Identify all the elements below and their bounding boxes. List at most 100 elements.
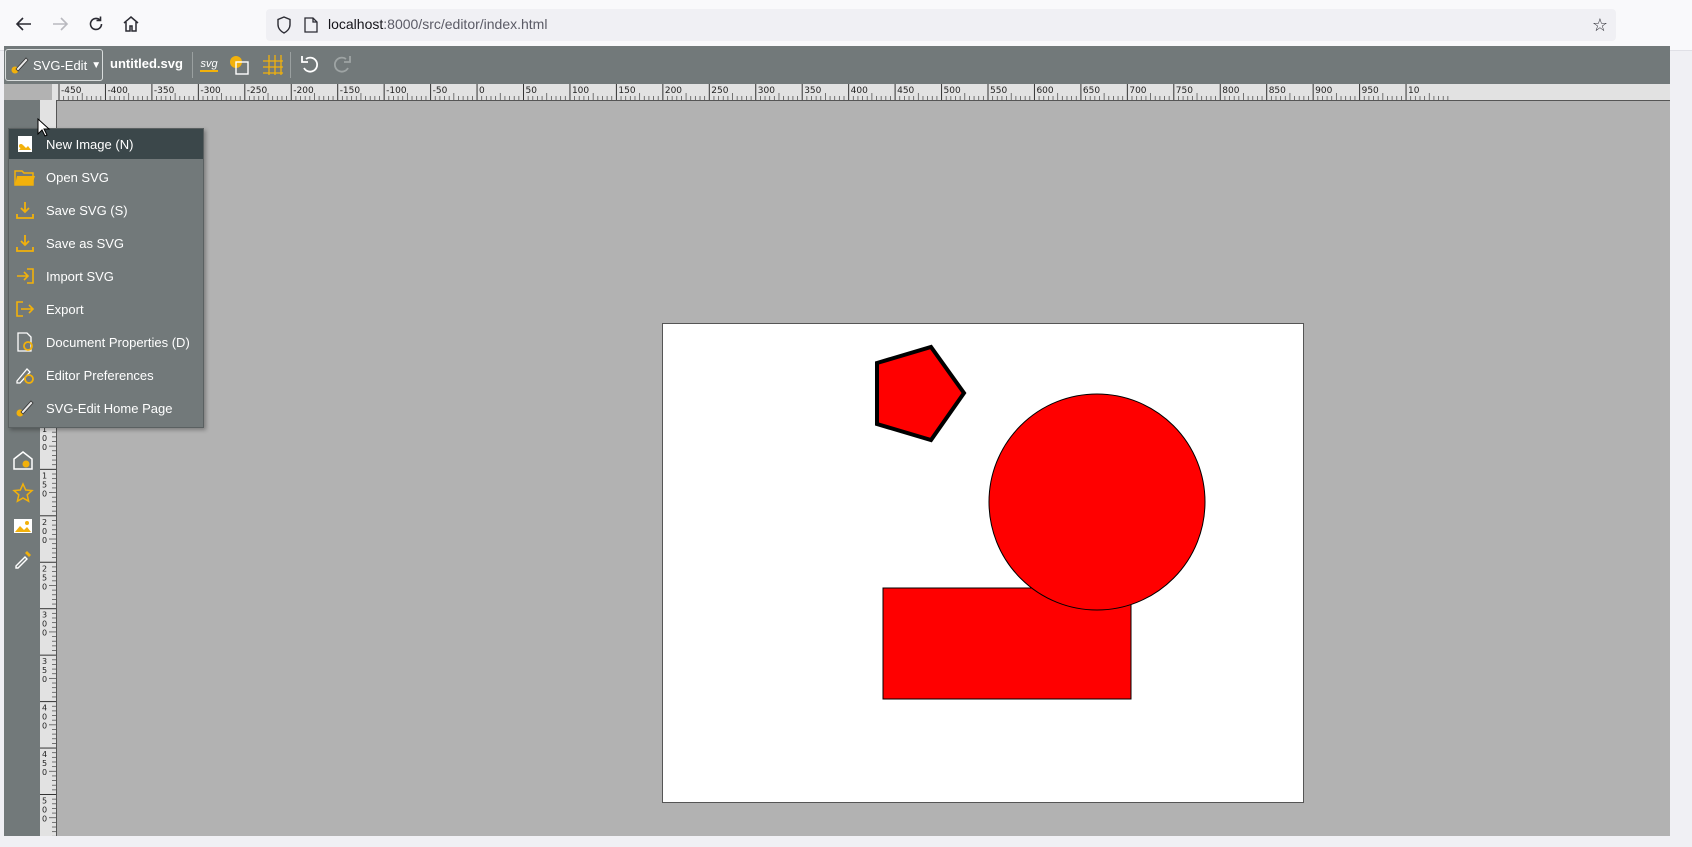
menu-item-svgedit-home[interactable]: SVG-Edit Home Page: [9, 393, 203, 423]
ruler-label: 200: [665, 86, 682, 96]
ruler-label: -50: [433, 86, 448, 96]
toolbar-divider: [290, 52, 291, 78]
ruler-label: 250: [711, 86, 728, 96]
ruler-label: -350: [154, 86, 175, 96]
document-properties-icon: [14, 331, 36, 353]
url-text[interactable]: localhost:8000/src/editor/index.html: [328, 16, 547, 32]
main-menu-dropdown: New Image (N) Open SVG Save SVG (S) Save…: [8, 128, 204, 428]
ruler-label: 0: [479, 86, 485, 96]
menu-item-import-svg[interactable]: Import SVG: [9, 261, 203, 291]
ruler-label: 600: [1036, 86, 1053, 96]
ruler-ticks: -450 -400 -350 -300 -250 -200 -150 -100 -50 0 50 10…: [58, 84, 1449, 100]
shape-library-icon: [13, 451, 33, 470]
menu-item-save-svg[interactable]: Save SVG (S): [9, 195, 203, 225]
ruler-label: 900: [1315, 86, 1332, 96]
svgedit-logo-icon: [11, 57, 29, 74]
bookmark-star-icon[interactable]: ☆: [1592, 15, 1608, 36]
ruler-label: 100: [572, 86, 589, 96]
ruler-label: -400: [107, 86, 128, 96]
browser-toolbar: localhost:8000/src/editor/index.html ☆: [0, 0, 1692, 51]
ruler-label: -150: [340, 86, 361, 96]
ruler-label: 5: [42, 797, 47, 806]
menu-item-document-properties[interactable]: Document Properties (D): [9, 327, 203, 357]
import-icon: [14, 265, 36, 287]
new-image-icon: [14, 133, 36, 155]
page-icon: [304, 17, 318, 33]
url-host: localhost: [328, 16, 384, 32]
ruler-label: 500: [944, 86, 961, 96]
menu-item-editor-preferences[interactable]: Editor Preferences: [9, 360, 203, 390]
eyedropper-icon: [15, 551, 31, 569]
ruler-label: 300: [758, 86, 775, 96]
reload-button[interactable]: [81, 9, 111, 39]
ruler-label: 0: [42, 620, 47, 629]
home-button[interactable]: [116, 9, 146, 39]
ruler-label: 0: [42, 489, 47, 498]
export-icon: [14, 298, 36, 320]
ruler-label: 4: [42, 704, 47, 713]
ruler-label: 0: [42, 768, 47, 777]
main-menu-label: SVG-Edit: [33, 57, 88, 73]
url-bar[interactable]: localhost:8000/src/editor/index.html ☆: [266, 9, 1616, 41]
eyedropper-tool[interactable]: [10, 546, 36, 572]
ruler-label: 0: [42, 815, 47, 824]
ruler-label: 700: [1129, 86, 1146, 96]
reload-icon: [89, 16, 103, 31]
star-tool[interactable]: [10, 480, 36, 506]
ruler-label: 0: [42, 434, 47, 443]
menu-item-export[interactable]: Export: [9, 294, 203, 324]
shield-icon[interactable]: [276, 16, 292, 34]
svgedit-logo-icon: [14, 397, 36, 419]
ruler-label: 5: [42, 666, 47, 675]
ruler-label: 350: [804, 86, 821, 96]
ruler-label: 0: [42, 713, 47, 722]
ruler-label: 0: [42, 536, 47, 545]
ruler-label: -300: [200, 86, 221, 96]
ruler-label: -250: [247, 86, 268, 96]
pentagon-shape[interactable]: [875, 344, 967, 443]
ruler-label: 5: [42, 759, 47, 768]
forward-button[interactable]: [45, 9, 75, 39]
menu-item-open-svg[interactable]: Open SVG: [9, 162, 203, 192]
wireframe-button[interactable]: [227, 53, 251, 77]
ruler-label: 0: [42, 675, 47, 684]
image-tool[interactable]: [10, 513, 36, 539]
shapelib-tool[interactable]: [10, 447, 36, 473]
horizontal-ruler: -450 -400 -350 -300 -250 -200 -150 -100 -50 0 50 10…: [52, 84, 1670, 101]
redo-button[interactable]: [330, 53, 354, 77]
main-menu-button[interactable]: SVG-Edit ▼: [5, 49, 103, 81]
ruler-label: -100: [386, 86, 407, 96]
mouse-cursor-icon: [37, 118, 51, 137]
ruler-label: 150: [618, 86, 635, 96]
ruler-label: 0: [42, 629, 47, 638]
chevron-down-icon: ▼: [91, 59, 102, 71]
svg-canvas[interactable]: [662, 323, 1304, 803]
home-icon: [123, 16, 139, 32]
ruler-label: -200: [293, 86, 314, 96]
ruler-label: 2: [42, 564, 47, 573]
grid-toggle-button[interactable]: [261, 53, 285, 77]
circle-shape[interactable]: [988, 393, 1206, 611]
ruler-label: 50: [526, 86, 538, 96]
menu-item-label: New Image (N): [46, 136, 134, 152]
menu-item-label: Export: [46, 301, 84, 317]
url-path: :8000/src/editor/index.html: [383, 16, 548, 32]
ruler-label: 550: [990, 86, 1007, 96]
toolbar-divider: [192, 52, 193, 78]
ruler-label: 0: [42, 527, 47, 536]
menu-item-label: Save SVG (S): [46, 202, 128, 218]
undo-button[interactable]: [298, 53, 322, 77]
menu-item-label: Open SVG: [46, 169, 109, 185]
document-title: untitled.svg: [110, 56, 183, 71]
source-editor-button[interactable]: svg: [197, 53, 221, 77]
svg-edit-app: SVG-Edit ▼ untitled.svg svg -450 -400 -3…: [4, 46, 1670, 836]
menu-item-save-as-svg[interactable]: Save as SVG: [9, 228, 203, 258]
menu-item-label: Import SVG: [46, 268, 114, 284]
ruler-label: 450: [897, 86, 914, 96]
ruler-label: 1: [42, 471, 47, 480]
ruler-label: 650: [1083, 86, 1100, 96]
ruler-label: 3: [42, 657, 47, 666]
ruler-label: 0: [42, 443, 47, 452]
back-button[interactable]: [9, 9, 39, 39]
ruler-label: 950: [1362, 86, 1379, 96]
